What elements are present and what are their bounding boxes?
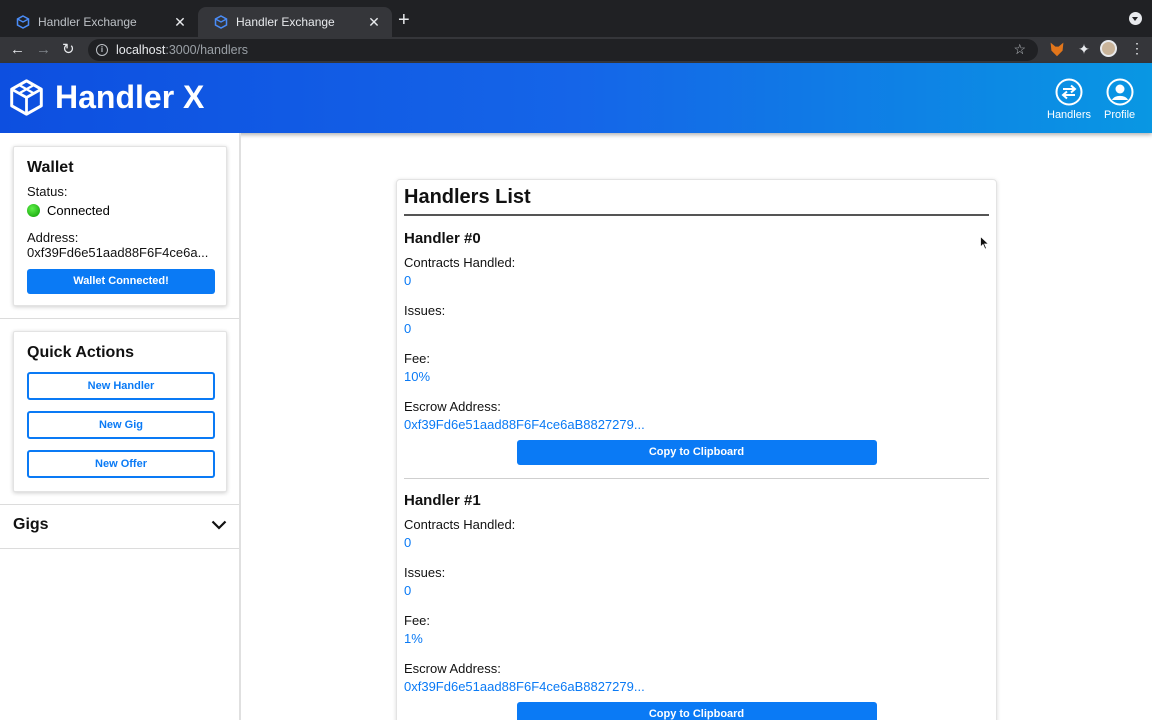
divider: [0, 318, 239, 319]
profile-avatar-icon[interactable]: [1100, 40, 1117, 57]
brand[interactable]: Handler X: [8, 79, 204, 116]
contracts-label: Contracts Handled:: [404, 517, 516, 532]
extensions-puzzle-icon[interactable]: ✦: [1076, 41, 1092, 57]
app-favicon-icon: [16, 15, 30, 29]
back-arrow-icon[interactable]: ←: [10, 40, 25, 60]
status-dot-icon: [27, 204, 40, 217]
handler-title: Handler #0: [404, 230, 481, 247]
escrow-label: Escrow Address:: [404, 399, 501, 414]
fee-label: Fee:: [404, 351, 431, 366]
browser-tab-active[interactable]: Handler Exchange ✕: [198, 7, 392, 37]
site-info-icon[interactable]: i: [96, 44, 108, 56]
fee-value: 10%: [404, 369, 431, 384]
handler-title: Handler #1: [404, 492, 481, 509]
tab-search-icon[interactable]: [1129, 12, 1142, 25]
escrow-label: Escrow Address:: [404, 661, 501, 676]
new-offer-button[interactable]: New Offer: [27, 450, 215, 478]
browser-menu-icon[interactable]: ⋮: [1130, 40, 1144, 57]
app-header: Handler X Handlers Profile: [0, 63, 1152, 133]
address-bar[interactable]: i localhost:3000/handlers ☆: [88, 39, 1038, 61]
user-icon: [1106, 78, 1134, 106]
issues-value: 0: [404, 321, 412, 336]
contracts-label: Contracts Handled:: [404, 255, 516, 270]
sidebar: Wallet Status: Connected Address: 0xf39F…: [0, 133, 241, 720]
new-tab-icon[interactable]: +: [398, 10, 410, 30]
divider: [0, 548, 239, 549]
tab-close-icon[interactable]: ✕: [172, 14, 188, 31]
wallet-card: Wallet Status: Connected Address: 0xf39F…: [13, 146, 227, 306]
new-gig-button[interactable]: New Gig: [27, 411, 215, 439]
chevron-down-icon[interactable]: [211, 520, 227, 530]
browser-tab-bar: Handler Exchange ✕ Handler Exchange ✕ +: [0, 0, 1152, 37]
swap-arrows-icon: [1055, 78, 1083, 106]
brand-name: Handler X: [55, 79, 205, 115]
copy-to-clipboard-button[interactable]: Copy to Clipboard: [516, 702, 877, 720]
page-title: Handlers List: [404, 186, 989, 216]
contracts-value: 0: [404, 535, 412, 550]
tab-title: Handler Exchange: [236, 15, 335, 29]
browser-toolbar: ← → ↻ i localhost:3000/handlers ☆ ✦ ⋮: [0, 37, 1152, 63]
handler-item: Handler #0 Contracts Handled: 0 Issues: …: [404, 230, 989, 479]
quick-actions-card: Quick Actions New Handler New Gig New Of…: [13, 331, 227, 492]
quick-actions-title: Quick Actions: [27, 344, 134, 361]
escrow-address: 0xf39Fd6e51aad88F6F4ce6aB8827279...: [404, 417, 645, 432]
forward-arrow-icon[interactable]: →: [36, 40, 51, 60]
status-value: Connected: [47, 203, 110, 218]
fee-value: 1%: [404, 631, 423, 646]
url-path: :3000/handlers: [165, 43, 249, 57]
nav-profile[interactable]: Profile: [1104, 78, 1135, 121]
gigs-accordion-header[interactable]: Gigs: [13, 516, 227, 534]
divider: [0, 504, 239, 505]
bookmark-star-icon[interactable]: ☆: [1013, 41, 1026, 58]
escrow-address: 0xf39Fd6e51aad88F6F4ce6aB8827279...: [404, 679, 645, 694]
mouse-cursor-icon: [980, 236, 990, 250]
wallet-title: Wallet: [27, 159, 74, 176]
fee-label: Fee:: [404, 613, 431, 628]
nav-profile-label: Profile: [1104, 109, 1136, 121]
gigs-title: Gigs: [13, 516, 49, 533]
issues-value: 0: [404, 583, 412, 598]
url-host: localhost: [116, 43, 166, 57]
tab-close-icon[interactable]: ✕: [366, 14, 382, 31]
cube-logo-icon: [10, 79, 43, 116]
copy-to-clipboard-button[interactable]: Copy to Clipboard: [516, 440, 877, 465]
status-row: Connected: [27, 203, 213, 218]
metamask-fox-icon[interactable]: [1050, 42, 1064, 57]
app-favicon-icon: [214, 15, 228, 29]
address-label: Address:: [27, 230, 79, 245]
nav-handlers-label: Handlers: [1047, 109, 1092, 121]
handlers-list-card: Handlers List Handler #0 Contracts Handl…: [396, 179, 997, 720]
status-label: Status:: [27, 184, 68, 199]
browser-tab[interactable]: Handler Exchange ✕: [0, 7, 198, 37]
new-handler-button[interactable]: New Handler: [27, 372, 215, 400]
contracts-value: 0: [404, 273, 412, 288]
issues-label: Issues:: [404, 303, 446, 318]
wallet-connected-button[interactable]: Wallet Connected!: [27, 269, 215, 294]
tab-title: Handler Exchange: [38, 15, 137, 29]
handler-item: Handler #1 Contracts Handled: 0 Issues: …: [404, 492, 989, 720]
issues-label: Issues:: [404, 565, 446, 580]
reload-icon[interactable]: ↻: [62, 40, 75, 60]
wallet-address: 0xf39Fd6e51aad88F6F4ce6a...: [27, 245, 209, 260]
nav-handlers[interactable]: Handlers: [1047, 78, 1091, 121]
